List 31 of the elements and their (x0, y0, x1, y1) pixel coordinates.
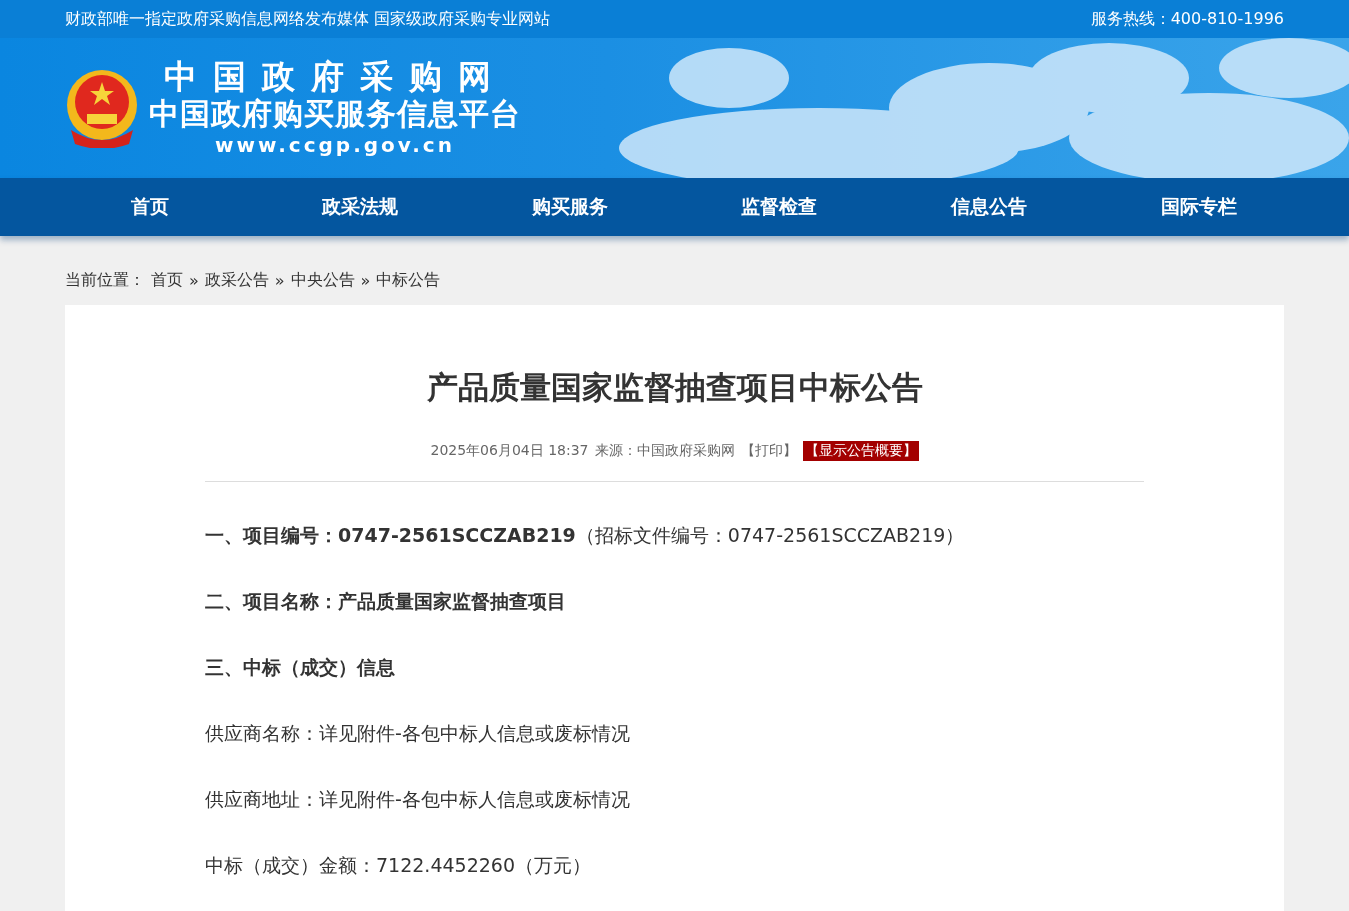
article-paragraph: 供应商名称：详见附件-各包中标人信息或废标情况 (205, 721, 631, 746)
article-source: 来源：中国政府采购网 (594, 442, 735, 460)
nav-link[interactable]: 首页 (45, 178, 255, 236)
breadcrumb-link[interactable]: 中央公告 (290, 270, 355, 291)
breadcrumb-separator: » (360, 271, 371, 290)
national-emblem-icon (65, 68, 139, 148)
service-hotline: 服务热线：400-810-1996 (1090, 8, 1284, 30)
show-summary-button[interactable]: 【显示公告概要】 (802, 441, 919, 461)
section-heading: 三、中标（成交）信息 (205, 655, 396, 680)
article-title: 产品质量国家监督抽查项目中标公告 (425, 368, 924, 407)
breadcrumb-link[interactable]: 首页 (151, 270, 183, 291)
breadcrumb-separator: » (274, 271, 285, 290)
breadcrumb-link[interactable]: 中标公告 (376, 270, 441, 291)
article-paragraph: 供应商地址：详见附件-各包中标人信息或废标情况 (205, 787, 631, 812)
nav-link[interactable]: 监督检查 (674, 178, 885, 236)
logo-url: www.ccgp.gov.cn (215, 132, 455, 158)
print-link[interactable]: 【打印】 (740, 442, 797, 460)
breadcrumb-link[interactable]: 政采公告 (204, 270, 269, 291)
site-slogan: 财政部唯一指定政府采购信息网络发布媒体 国家级政府采购专业网站 (65, 8, 551, 30)
section-heading: 二、项目名称：产品质量国家监督抽查项目 (205, 589, 567, 614)
article-paragraph: 中标（成交）金额：7122.4452260（万元） (205, 853, 592, 878)
article-paragraph: 一、项目编号：0747-2561SCCZAB219（招标文件编号：0747-2561SCCZAB219） (205, 523, 966, 548)
nav-link[interactable]: 政采法规 (254, 178, 465, 236)
breadcrumb-separator: » (189, 271, 199, 290)
nav-link[interactable]: 购买服务 (464, 178, 675, 236)
nav-link[interactable]: 国际专栏 (1094, 178, 1304, 236)
breadcrumb-label: 当前位置： (65, 270, 145, 291)
logo-subtitle: 中国政府购买服务信息平台 (149, 96, 521, 132)
publish-date: 2025年06月04日 18:37 (430, 442, 589, 460)
nav-link[interactable]: 信息公告 (884, 178, 1095, 236)
logo-title: 中国政府采购网 (163, 58, 507, 96)
